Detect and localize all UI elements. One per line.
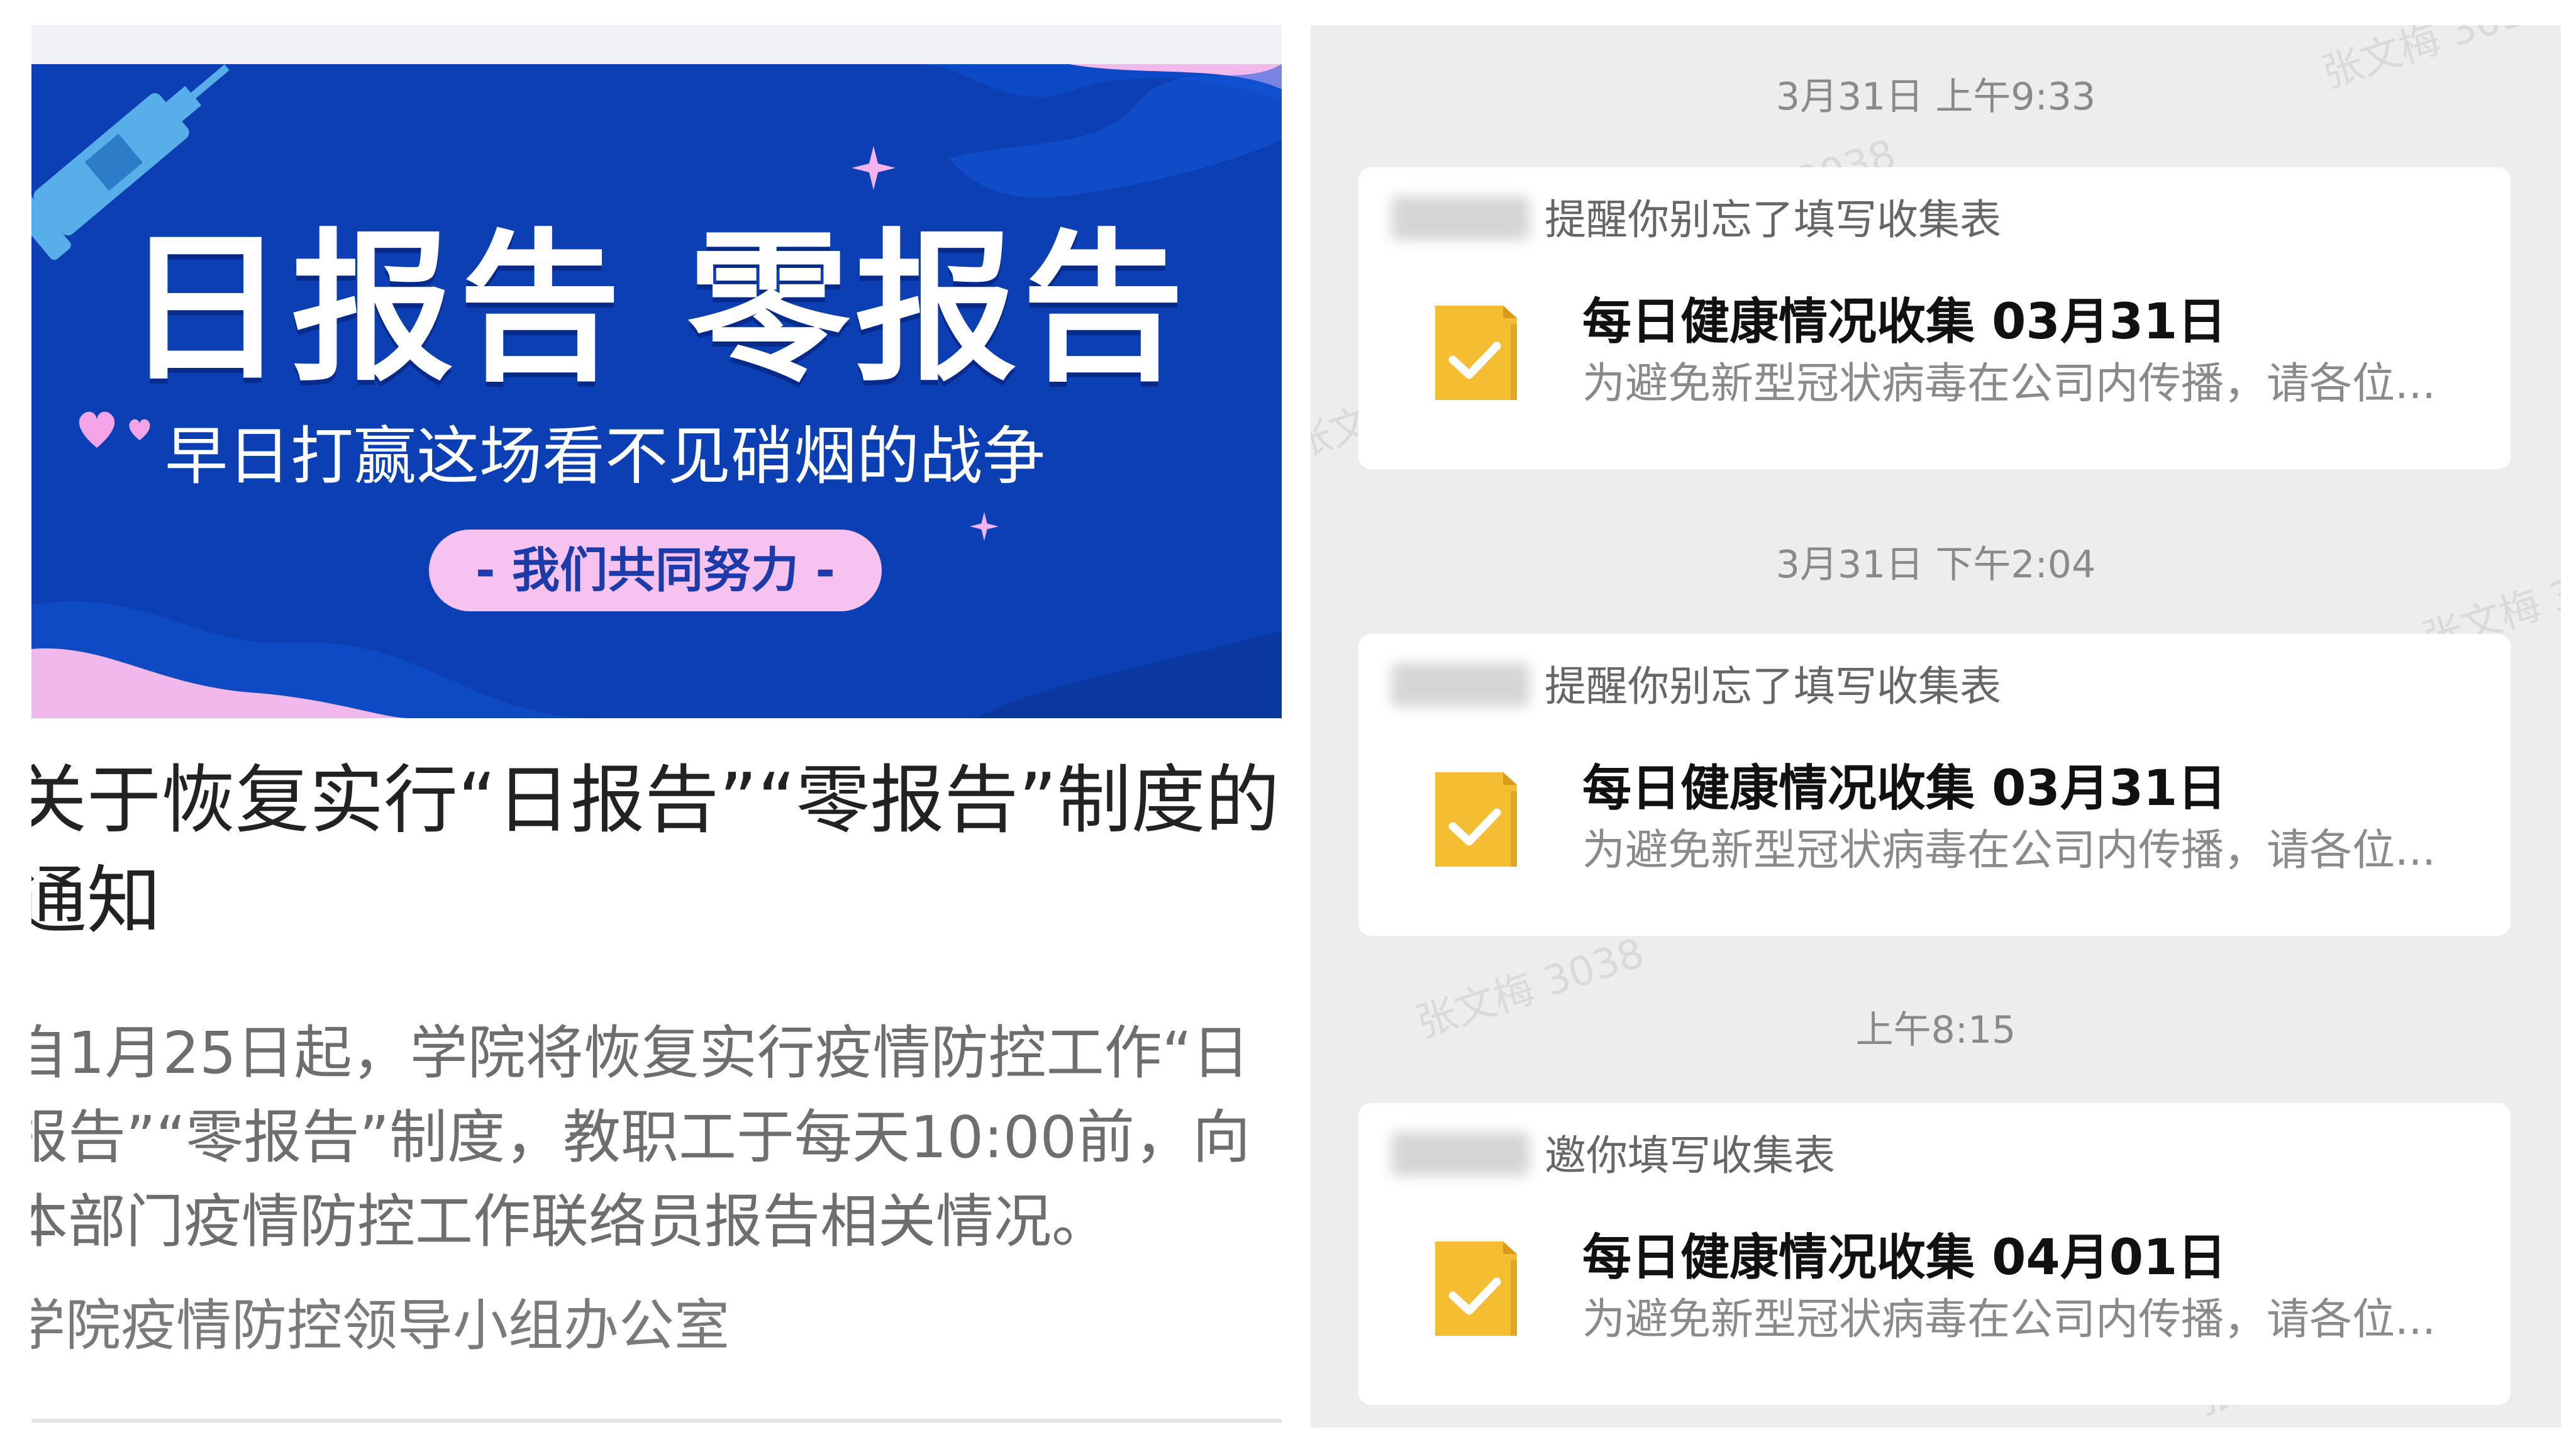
- article-panel: 日报告 零报告 早日打赢这场看不见硝烟的战争 - 我们共同努力 - 关于恢复实行…: [31, 25, 1282, 1428]
- form-title: 每日健康情况收集 03月31日: [1582, 760, 2227, 817]
- article-body-line: 自1月25日起，学院将恢复实行疫情防控工作“日: [31, 1019, 1250, 1087]
- sender-name-blurred: [1391, 663, 1530, 707]
- form-title: 每日健康情况收集 04月01日: [1582, 1230, 2227, 1286]
- article-signature: 学院疫情防控领导小组办公室: [31, 1293, 730, 1358]
- reminder-card[interactable]: 提醒你别忘了填写收集表 每日健康情况收集 03月31日 为避免新型冠状病毒在公司…: [1358, 634, 2511, 936]
- article-banner[interactable]: 日报告 零报告 早日打赢这场看不见硝烟的战争 - 我们共同努力 -: [31, 64, 1282, 718]
- form-description: 为避免新型冠状病毒在公司内传播，请各位...: [1582, 359, 2436, 409]
- form-description: 为避免新型冠状病毒在公司内传播，请各位...: [1582, 826, 2436, 875]
- article-title-line: 通知: [31, 857, 162, 944]
- checkbox-form-icon: [1435, 306, 1517, 400]
- article-body-line: 本部门疫情防控工作联络员报告相关情况。: [31, 1188, 1110, 1255]
- message-timestamp: 上午8:15: [1855, 1008, 2016, 1052]
- sparkle-icon: [970, 512, 999, 541]
- hearts-icon: [79, 411, 150, 448]
- message-timestamp: 3月31日 上午9:33: [1775, 75, 2096, 119]
- reminder-action-text: 提醒你别忘了填写收集表: [1545, 662, 2001, 711]
- article-title-line: 关于恢复实行“日报告”“零报告”制度的: [31, 757, 1280, 843]
- form-title: 每日健康情况收集 03月31日: [1582, 294, 2227, 350]
- top-divider: [31, 25, 1282, 64]
- checkbox-form-icon: [1435, 772, 1517, 867]
- bottom-divider: [31, 1419, 1282, 1423]
- invite-action-text: 邀你填写收集表: [1545, 1131, 1835, 1180]
- banner-subtitle: 早日打赢这场看不见硝烟的战争: [165, 419, 1045, 493]
- invite-card[interactable]: 邀你填写收集表 每日健康情况收集 04月01日 为避免新型冠状病毒在公司内传播，…: [1358, 1103, 2511, 1405]
- article-title[interactable]: 关于恢复实行“日报告”“零报告”制度的 通知: [31, 750, 1282, 951]
- reminder-action-text: 提醒你别忘了填写收集表: [1545, 196, 2001, 244]
- banner-slogan-pill: - 我们共同努力 -: [429, 530, 882, 611]
- sender-name-blurred: [1391, 1132, 1530, 1176]
- reminder-card[interactable]: 提醒你别忘了填写收集表 每日健康情况收集 03月31日 为避免新型冠状病毒在公司…: [1358, 167, 2511, 469]
- article-body-line: 报告”“零报告”制度，教职工于每天10:00前，向: [31, 1104, 1251, 1171]
- sender-name-blurred: [1391, 196, 1530, 240]
- banner-title: 日报告 零报告: [124, 214, 1189, 403]
- sparkle-icon: [852, 146, 896, 190]
- form-description: 为避免新型冠状病毒在公司内传播，请各位...: [1582, 1295, 2436, 1345]
- chat-panel[interactable]: 张文梅 3038 张文梅 3038 张文梅 3038 张文梅 3038 张文梅 …: [1311, 25, 2561, 1428]
- checkbox-form-icon: [1435, 1241, 1517, 1336]
- article-body: 自1月25日起，学院将恢复实行疫情防控工作“日 报告”“零报告”制度，教职工于每…: [31, 1011, 1282, 1264]
- message-timestamp: 3月31日 下午2:04: [1775, 543, 2096, 587]
